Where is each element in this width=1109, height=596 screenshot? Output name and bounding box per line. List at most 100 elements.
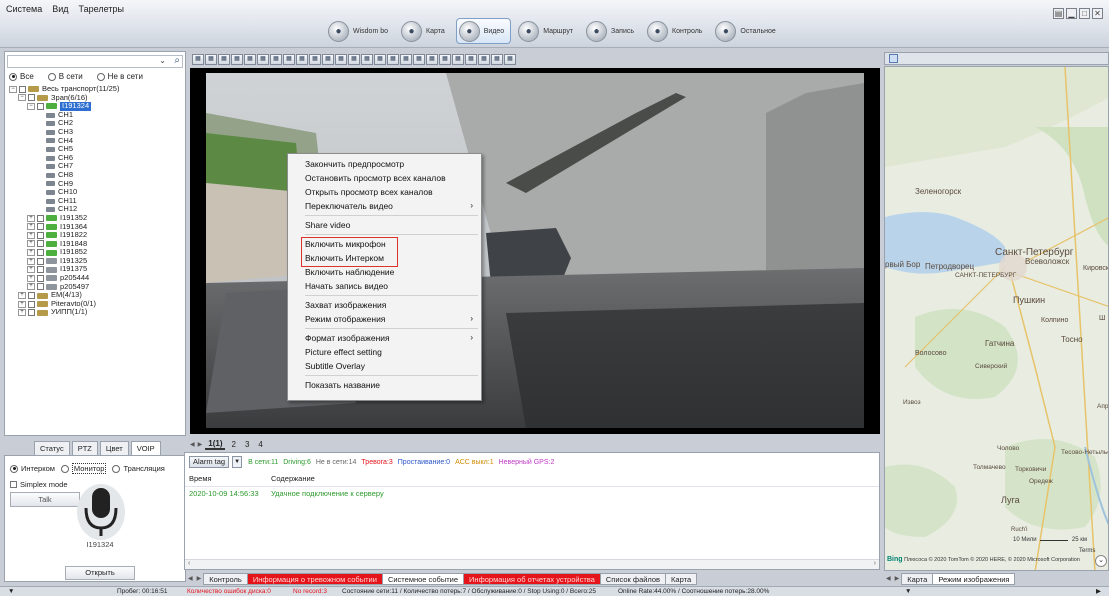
- layout-4-icon[interactable]: ▦: [205, 53, 217, 65]
- checkbox-icon[interactable]: [37, 231, 44, 239]
- status-collapse-icon[interactable]: ▶: [1096, 587, 1101, 596]
- search-icon[interactable]: ⌕: [174, 55, 180, 66]
- talk-button[interactable]: Talk: [10, 492, 80, 507]
- checkbox-icon[interactable]: [28, 309, 35, 317]
- context-menu-item[interactable]: Включить наблюдение: [288, 265, 481, 279]
- page-tab-4[interactable]: 4: [255, 440, 265, 449]
- status-expand-icon[interactable]: ▼: [8, 587, 14, 596]
- checkbox-icon[interactable]: [37, 257, 44, 265]
- expand-icon[interactable]: +: [18, 309, 26, 317]
- layout-10-icon[interactable]: ▦: [257, 53, 269, 65]
- expand-icon[interactable]: +: [27, 231, 35, 239]
- prev-tab-icon[interactable]: ◀: [186, 575, 195, 582]
- tab-status[interactable]: Статус: [34, 441, 70, 455]
- tree-node[interactable]: + УИПП(1/1): [9, 308, 119, 317]
- checkbox-icon[interactable]: [28, 94, 35, 102]
- context-menu-item[interactable]: Picture effect setting: [288, 345, 481, 359]
- checkbox-icon[interactable]: [37, 274, 44, 282]
- next-tab-icon[interactable]: ▶: [893, 575, 902, 582]
- layout-1-icon[interactable]: ▦: [192, 53, 204, 65]
- next-page-icon[interactable]: ▶: [198, 441, 203, 448]
- scroll-left-icon[interactable]: ‹: [188, 560, 190, 567]
- nav-route-button[interactable]: ● Маршрут: [516, 18, 579, 44]
- fullscreen-icon[interactable]: ▦: [426, 53, 438, 65]
- expand-icon[interactable]: +: [18, 292, 26, 300]
- layout-16-icon[interactable]: ▦: [283, 53, 295, 65]
- checkbox-icon[interactable]: [37, 214, 44, 222]
- alarm-tag-button[interactable]: Alarm tag: [189, 456, 230, 468]
- snapshot-icon[interactable]: ▦: [322, 53, 334, 65]
- context-menu-item[interactable]: Subtitle Overlay: [288, 359, 481, 373]
- expand-icon[interactable]: +: [27, 249, 35, 257]
- expand-icon[interactable]: +: [27, 214, 35, 222]
- grid-icon[interactable]: ▦: [491, 53, 503, 65]
- nav-wisdom-button[interactable]: ● Wisdom bo: [326, 18, 394, 44]
- tab-map[interactable]: Карта: [901, 572, 934, 585]
- checkbox-icon[interactable]: [37, 283, 44, 291]
- maximize-icon[interactable]: □: [1079, 8, 1090, 19]
- layout-icon[interactable]: ▤: [1053, 8, 1064, 19]
- search-input[interactable]: ⌄ ⌕: [7, 55, 183, 68]
- nav-map-button[interactable]: ● Карта: [399, 18, 451, 44]
- checkbox-icon[interactable]: [37, 102, 44, 110]
- checkbox-icon[interactable]: [28, 300, 35, 308]
- context-menu-item[interactable]: Включить Интерком: [288, 251, 481, 265]
- expand-icon[interactable]: +: [27, 223, 35, 231]
- record-icon[interactable]: ▦: [309, 53, 321, 65]
- context-menu-item[interactable]: Открыть просмотр всех каналов: [288, 185, 481, 199]
- expand-icon[interactable]: +: [27, 266, 35, 274]
- filter-offline[interactable]: Не в сети: [96, 72, 143, 81]
- status-expand-icon[interactable]: ▼: [905, 587, 911, 596]
- layout-13-icon[interactable]: ▦: [270, 53, 282, 65]
- prev-page-icon[interactable]: ◀: [190, 441, 195, 448]
- map-terms-link[interactable]: Terms: [1079, 548, 1095, 554]
- filter-all[interactable]: Все: [9, 72, 34, 81]
- bottom-tab[interactable]: Список файлов: [599, 572, 667, 585]
- layout-8-icon[interactable]: ▦: [231, 53, 243, 65]
- tab-voip[interactable]: VOIP: [130, 441, 161, 455]
- tab-color[interactable]: Цвет: [99, 441, 129, 455]
- checkbox-icon[interactable]: [37, 240, 44, 248]
- collapse-icon[interactable]: −: [27, 102, 35, 110]
- checkbox-icon[interactable]: [37, 249, 44, 257]
- chevron-down-icon[interactable]: ⌄: [159, 56, 166, 65]
- context-menu-item[interactable]: Закончить предпросмотр: [288, 157, 481, 171]
- tab-image-mode[interactable]: Режим изображения: [932, 572, 1016, 585]
- prev-tab-icon[interactable]: ◀: [884, 575, 893, 582]
- context-menu-item[interactable]: Переключатель видео ›: [288, 199, 481, 213]
- checkbox-icon[interactable]: [28, 292, 35, 300]
- delete-icon[interactable]: ▦: [465, 53, 477, 65]
- mode-intercom[interactable]: Интерком: [10, 463, 55, 474]
- context-menu-item[interactable]: Формат изображения ›: [288, 331, 481, 345]
- context-menu-item[interactable]: Остановить просмотр всех каналов: [288, 171, 481, 185]
- layout-9-icon[interactable]: ▦: [244, 53, 256, 65]
- nav-control-button[interactable]: ● Контроль: [645, 18, 708, 44]
- volume-icon[interactable]: ▦: [374, 53, 386, 65]
- map-expand-icon[interactable]: ⌄: [1095, 555, 1107, 567]
- bottom-tab[interactable]: Информация об отчетах устройства: [463, 572, 601, 585]
- checkbox-icon[interactable]: [19, 85, 26, 93]
- mode-broadcast[interactable]: Трансляция: [112, 463, 165, 474]
- menu-parameters[interactable]: Тарелетры: [79, 4, 124, 14]
- ptz-icon[interactable]: ▦: [478, 53, 490, 65]
- map-view[interactable]: Зеленогорск Всеволожск Петродворец Санкт-Пе…: [884, 66, 1109, 571]
- map-panel-icon[interactable]: [889, 54, 898, 63]
- zoom-icon[interactable]: ▦: [452, 53, 464, 65]
- expand-icon[interactable]: +: [27, 283, 35, 291]
- bottom-tab[interactable]: Карта: [665, 572, 698, 585]
- bottom-tab[interactable]: Контроль: [203, 572, 248, 585]
- mode-monitor[interactable]: Монитор: [60, 463, 107, 474]
- expand-icon[interactable]: ▦: [504, 53, 516, 65]
- collapse-icon[interactable]: −: [9, 85, 17, 93]
- expand-icon[interactable]: +: [27, 240, 35, 248]
- page-tab-2[interactable]: 2: [228, 440, 238, 449]
- mute-icon[interactable]: ▦: [361, 53, 373, 65]
- talk-icon[interactable]: ▦: [387, 53, 399, 65]
- scroll-right-icon[interactable]: ›: [874, 560, 876, 567]
- settings-icon[interactable]: ▦: [348, 53, 360, 65]
- context-menu-item[interactable]: Share video: [288, 218, 481, 232]
- simplex-mode-checkbox[interactable]: Simplex mode: [10, 480, 68, 489]
- filter-online[interactable]: В сети: [47, 72, 83, 81]
- minimize-icon[interactable]: ▁: [1066, 8, 1077, 19]
- horizontal-scrollbar[interactable]: ‹ ›: [185, 559, 879, 569]
